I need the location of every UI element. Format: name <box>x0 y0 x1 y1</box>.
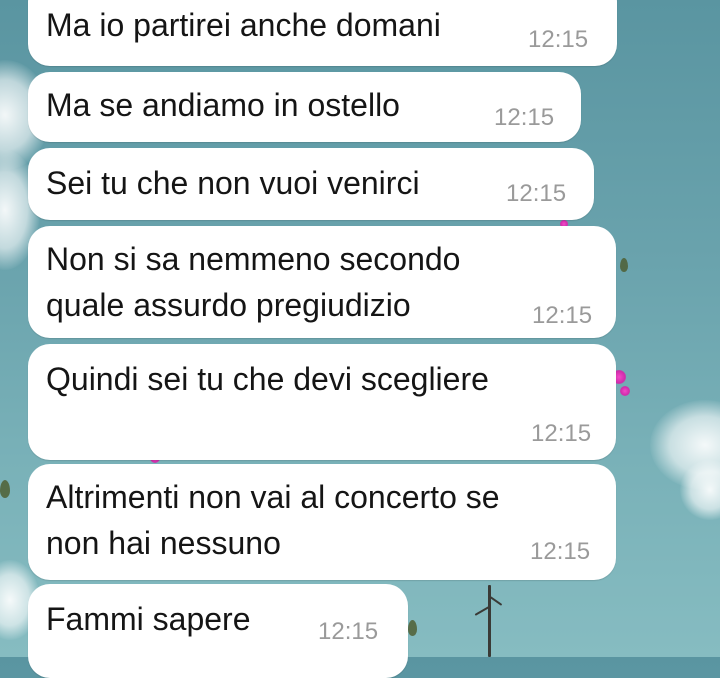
message-bubble[interactable]: Fammi sapere 12:15 <box>28 584 408 678</box>
message-timestamp: 12:15 <box>530 538 591 565</box>
message-text: Non si sa nemmeno secondo quale assurdo … <box>46 241 461 323</box>
message-text: Sei tu che non vuoi venirci <box>46 165 420 201</box>
message-timestamp: 12:15 <box>528 26 589 53</box>
message-text: Altrimenti non vai al concerto se non ha… <box>46 479 500 561</box>
message-text: Ma se andiamo in ostello <box>46 87 400 123</box>
message-timestamp: 12:15 <box>494 104 555 131</box>
message-timestamp: 12:15 <box>532 302 593 329</box>
message-text: Fammi sapere <box>46 601 251 637</box>
message-text: Quindi sei tu che devi scegliere <box>46 361 489 397</box>
message-bubble[interactable]: Ma se andiamo in ostello 12:15 <box>28 72 581 142</box>
message-bubble[interactable]: Sei tu che non vuoi venirci 12:15 <box>28 148 594 220</box>
message-timestamp: 12:15 <box>531 420 592 447</box>
message-bubble[interactable]: Ma io partirei anche domani 12:15 <box>28 0 617 66</box>
message-text: Ma io partirei anche domani <box>46 7 441 43</box>
message-timestamp: 12:15 <box>318 618 379 645</box>
message-list: Ma io partirei anche domani 12:15 Ma se … <box>0 0 720 678</box>
message-bubble[interactable]: Non si sa nemmeno secondo quale assurdo … <box>28 226 616 338</box>
message-bubble[interactable]: Quindi sei tu che devi scegliere 12:15 <box>28 344 616 460</box>
message-timestamp: 12:15 <box>506 180 567 207</box>
message-bubble[interactable]: Altrimenti non vai al concerto se non ha… <box>28 464 616 580</box>
